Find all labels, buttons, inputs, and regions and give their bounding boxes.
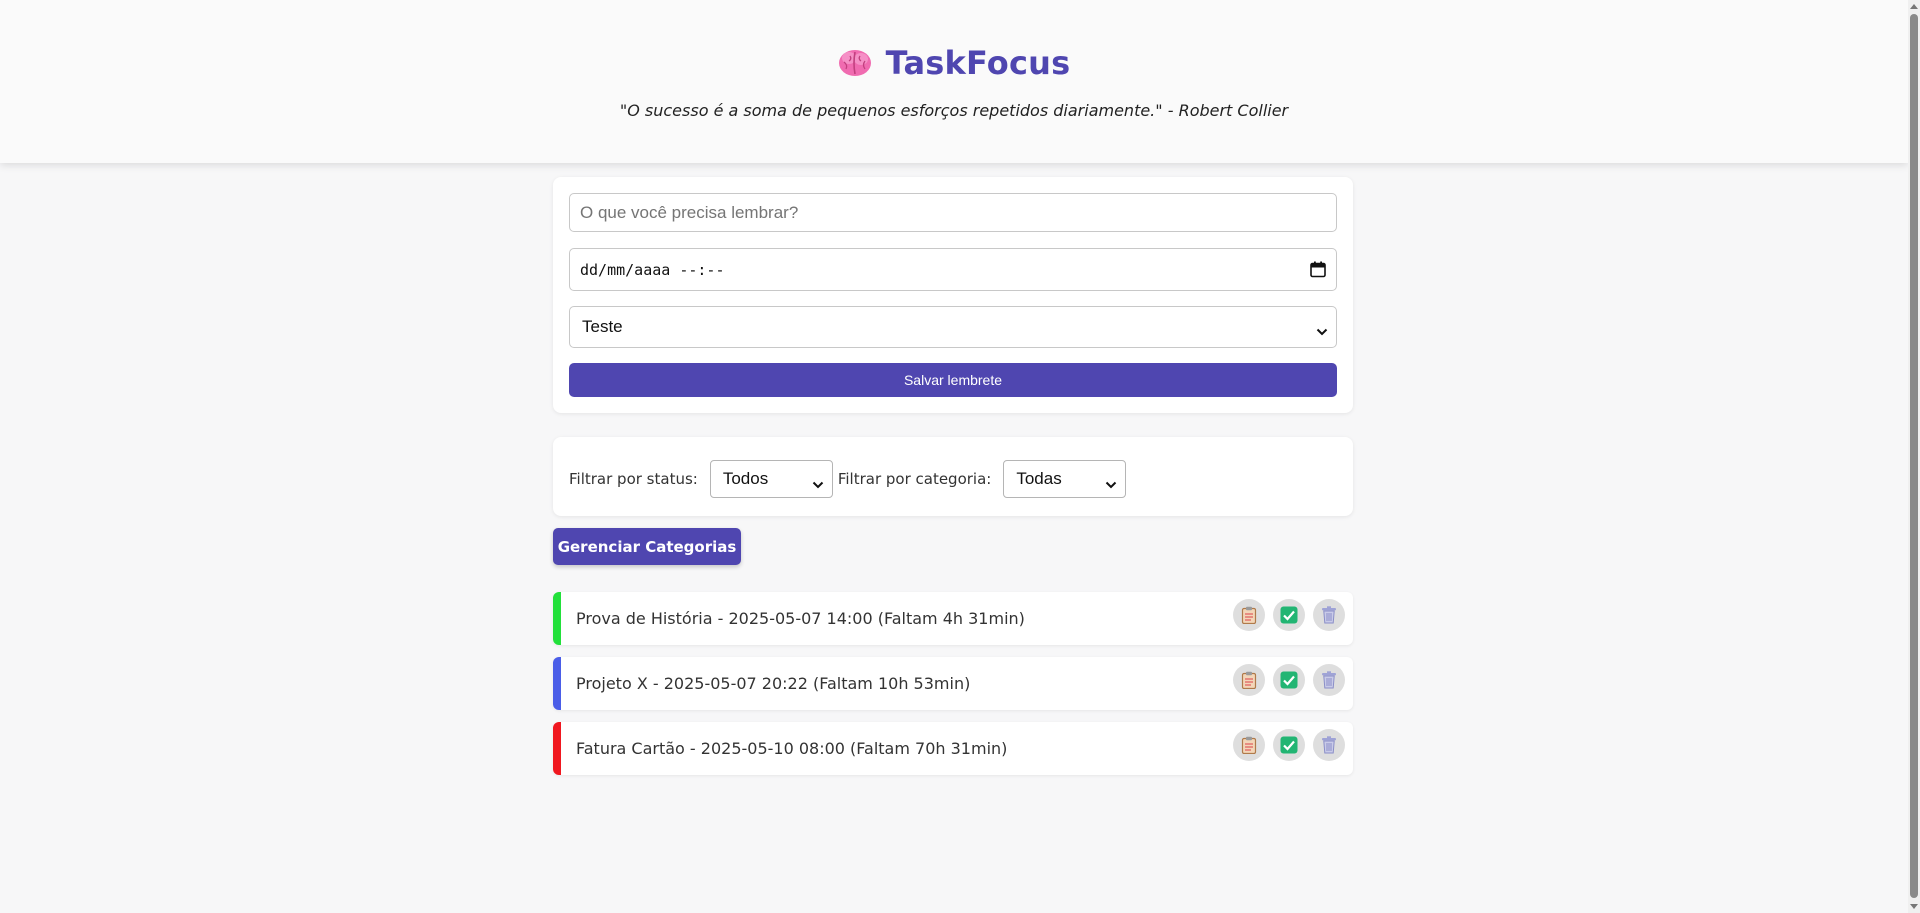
edit-task-button[interactable]: [1233, 599, 1265, 631]
task-actions: [1233, 599, 1345, 631]
delete-task-button[interactable]: [1313, 599, 1345, 631]
task-text: Prova de História - 2025-05-07 14:00 (Fa…: [576, 609, 1025, 628]
app-name: TaskFocus: [885, 44, 1071, 82]
trash-icon: [1321, 606, 1337, 624]
task-category-color-bar: [553, 592, 561, 645]
clipboard-icon: [1241, 671, 1257, 689]
reminder-text-input[interactable]: [569, 193, 1337, 232]
scrollbar[interactable]: [1908, 0, 1920, 913]
edit-task-button[interactable]: [1233, 729, 1265, 761]
datetime-placeholder: dd/mm/aaaa --:--: [580, 260, 725, 279]
delete-task-button[interactable]: [1313, 664, 1345, 696]
scrollbar-thumb[interactable]: [1910, 14, 1918, 898]
category-filter-select[interactable]: Todas: [1003, 460, 1127, 498]
save-reminder-button[interactable]: Salvar lembrete: [569, 363, 1337, 397]
status-filter-select[interactable]: Todos: [709, 460, 833, 498]
trash-icon: [1321, 671, 1337, 689]
clipboard-icon: [1241, 736, 1257, 754]
delete-task-button[interactable]: [1313, 729, 1345, 761]
category-filter-value: Todas: [1016, 469, 1062, 488]
scroll-down-icon[interactable]: [1910, 902, 1918, 910]
scroll-up-icon[interactable]: [1910, 3, 1918, 11]
task-text: Projeto X - 2025-05-07 20:22 (Faltam 10h…: [576, 674, 971, 693]
task-category-color-bar: [553, 722, 561, 775]
checkmark-icon: [1280, 671, 1298, 689]
motivational-quote: "O sucesso é a soma de pequenos esforços…: [619, 101, 1289, 120]
status-filter-value: Todos: [722, 469, 769, 488]
datetime-input[interactable]: dd/mm/aaaa --:--: [569, 248, 1337, 291]
category-filter-label: Filtrar por categoria:: [837, 470, 992, 488]
chevron-down-icon: [812, 475, 824, 489]
task-text: Fatura Cartão - 2025-05-10 08:00 (Faltam…: [576, 739, 1008, 758]
reminder-form: dd/mm/aaaa --:-- Teste Salvar lembrete: [553, 177, 1353, 413]
status-filter-label: Filtrar por status:: [569, 470, 698, 488]
chevron-down-icon: [1105, 475, 1117, 489]
category-select[interactable]: Teste: [569, 306, 1337, 348]
trash-icon: [1321, 736, 1337, 754]
task-item: Projeto X - 2025-05-07 20:22 (Faltam 10h…: [553, 657, 1353, 710]
checkmark-icon: [1280, 606, 1298, 624]
category-select-value: Teste: [582, 317, 623, 336]
complete-task-button[interactable]: [1273, 664, 1305, 696]
edit-task-button[interactable]: [1233, 664, 1265, 696]
complete-task-button[interactable]: [1273, 599, 1305, 631]
clipboard-icon: [1241, 606, 1257, 624]
task-actions: [1233, 664, 1345, 696]
filter-panel: Filtrar por status: Todos Filtrar por ca…: [553, 437, 1353, 516]
task-category-color-bar: [553, 657, 561, 710]
brain-icon: [838, 48, 872, 78]
app-header: TaskFocus "O sucesso é a soma de pequeno…: [0, 0, 1908, 163]
task-actions: [1233, 729, 1345, 761]
chevron-down-icon: [1316, 322, 1328, 336]
filter-row: Filtrar por status: Todos Filtrar por ca…: [569, 460, 1127, 498]
task-item: Fatura Cartão - 2025-05-10 08:00 (Faltam…: [553, 722, 1353, 775]
calendar-icon[interactable]: [1310, 261, 1326, 278]
checkmark-icon: [1280, 736, 1298, 754]
complete-task-button[interactable]: [1273, 729, 1305, 761]
manage-categories-button[interactable]: Gerenciar Categorias: [553, 528, 741, 565]
app-title: TaskFocus: [0, 44, 1908, 82]
task-item: Prova de História - 2025-05-07 14:00 (Fa…: [553, 592, 1353, 645]
